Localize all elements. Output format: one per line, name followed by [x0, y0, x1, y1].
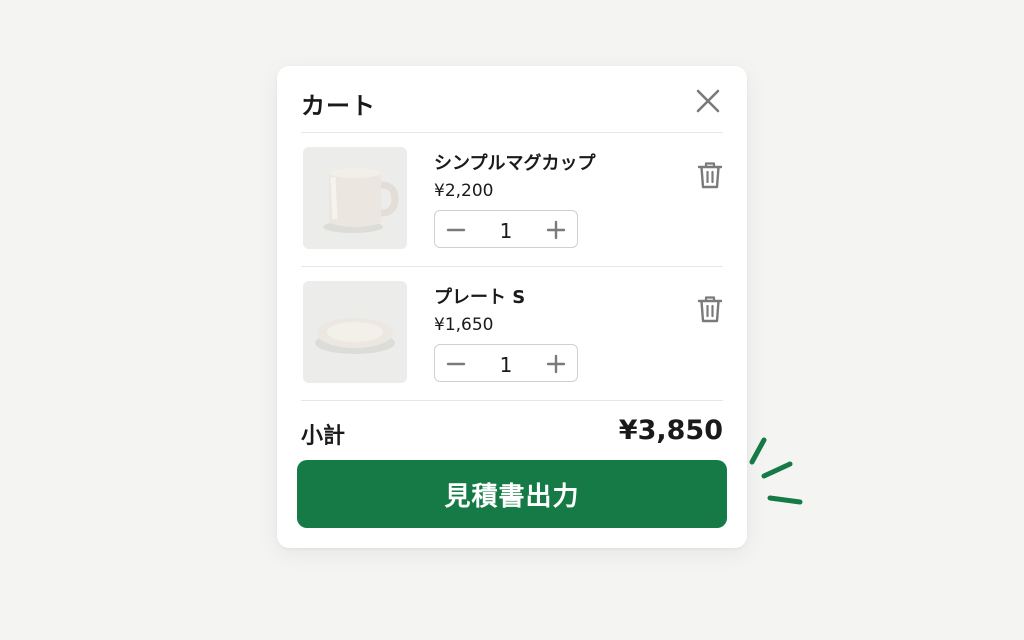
mug-image — [303, 147, 407, 249]
trash-icon — [697, 162, 723, 189]
item-name: シンプルマグカップ — [434, 153, 596, 174]
quantity-stepper: 1 — [434, 210, 578, 248]
decrease-quantity-button[interactable] — [445, 353, 467, 375]
cart-panel: カート シンプルマグカップ ¥2,200 1 プレート S ¥1,650 1 小… — [277, 66, 747, 548]
quantity-stepper: 1 — [434, 344, 578, 382]
cart-item: プレート S ¥1,650 1 — [301, 266, 723, 401]
increase-quantity-button[interactable] — [545, 219, 567, 241]
delete-item-button[interactable] — [697, 294, 723, 324]
item-name: プレート S — [434, 287, 526, 308]
click-spark-icon — [749, 437, 803, 505]
plus-icon — [546, 354, 566, 374]
decrease-quantity-button[interactable] — [445, 219, 467, 241]
plus-icon — [546, 220, 566, 240]
minus-icon — [446, 362, 466, 366]
trash-icon — [697, 296, 723, 323]
item-price: ¥1,650 — [434, 315, 494, 335]
subtotal-label: 小計 — [301, 424, 346, 449]
item-price: ¥2,200 — [434, 181, 494, 201]
delete-item-button[interactable] — [697, 160, 723, 190]
cart-item: シンプルマグカップ ¥2,200 1 — [301, 132, 723, 267]
close-icon — [696, 89, 720, 113]
minus-icon — [446, 228, 466, 232]
close-button[interactable] — [693, 86, 723, 116]
cart-title: カート — [301, 92, 376, 120]
export-quote-button[interactable]: 見積書出力 — [297, 460, 727, 528]
increase-quantity-button[interactable] — [545, 353, 567, 375]
cart-header: カート — [301, 66, 723, 133]
plate-image — [303, 281, 407, 383]
subtotal-value: ¥3,850 — [618, 415, 723, 446]
quantity-value[interactable]: 1 — [483, 219, 529, 243]
quantity-value[interactable]: 1 — [483, 353, 529, 377]
